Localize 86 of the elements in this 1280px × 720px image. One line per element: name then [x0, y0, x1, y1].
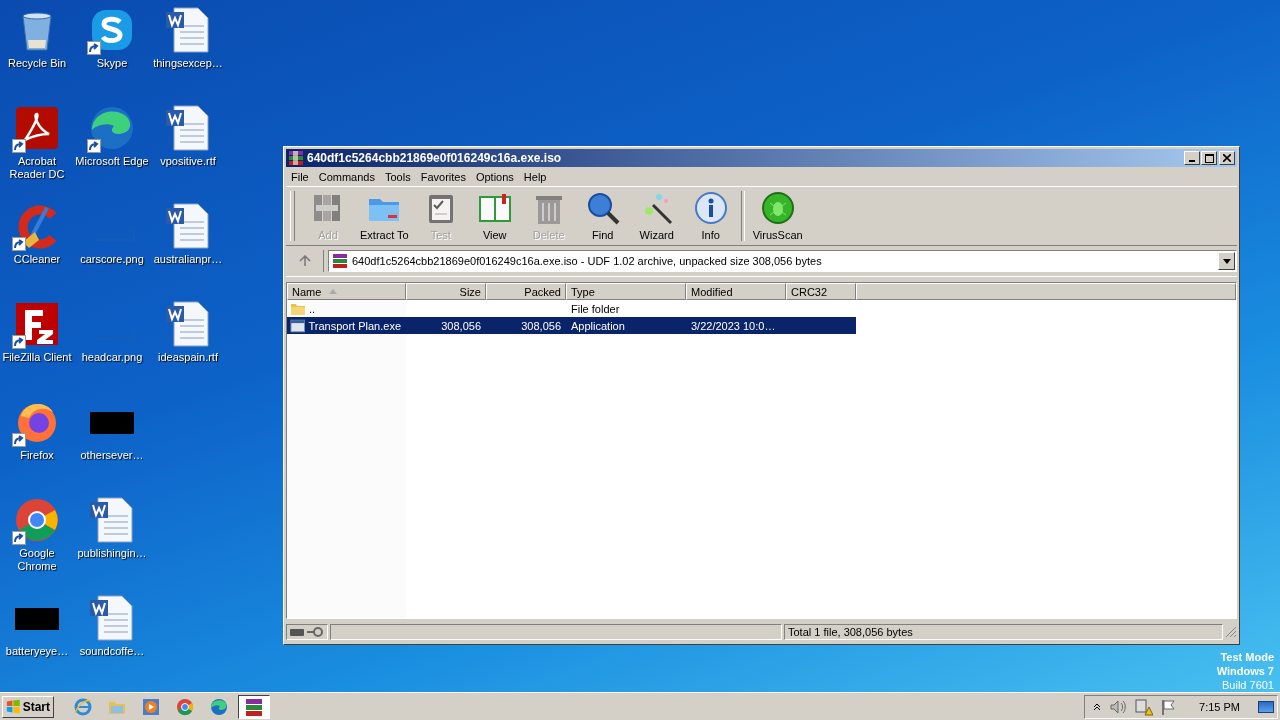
- column-header[interactable]: Name: [287, 283, 406, 300]
- document-icon[interactable]: [164, 104, 212, 152]
- document-app-icon[interactable]: [13, 104, 61, 152]
- toolbar-button[interactable]: Info: [683, 191, 738, 241]
- menu-item[interactable]: Help: [518, 170, 552, 183]
- up-arrow-icon: [298, 255, 311, 267]
- icon-label[interactable]: Recycle Bin: [7, 57, 67, 70]
- network-warning-icon[interactable]: [1135, 697, 1154, 716]
- taskbar-app-button[interactable]: [238, 694, 270, 719]
- icon-label[interactable]: carscore.png: [80, 253, 144, 266]
- icon-label[interactable]: Microsoft Edge: [75, 155, 149, 168]
- speaker-icon[interactable]: [1109, 698, 1128, 715]
- icon-label[interactable]: soundcoffe…: [79, 645, 145, 658]
- book-icon: [476, 191, 513, 225]
- icon-label[interactable]: othersever…: [80, 449, 144, 462]
- icon-label[interactable]: Firefox: [20, 449, 54, 462]
- document-icon[interactable]: [164, 202, 212, 250]
- file-row[interactable]: .. File folder: [287, 300, 856, 317]
- icon-label[interactable]: Skype: [96, 57, 128, 70]
- icon-label[interactable]: batteryeye…: [5, 645, 69, 658]
- icon-label[interactable]: thingsexcep…: [153, 57, 223, 70]
- column-header[interactable]: CRC32: [786, 283, 856, 300]
- info-icon: [692, 191, 729, 225]
- toolbar-button[interactable]: VirusScan: [747, 191, 808, 241]
- menu-item[interactable]: File: [286, 170, 314, 183]
- toolbar-button[interactable]: Extract To: [355, 191, 414, 241]
- column-header[interactable]: Type: [566, 283, 686, 300]
- icon-label[interactable]: Google Chrome: [7, 547, 67, 573]
- menu-item[interactable]: Options: [470, 170, 519, 183]
- os-notice-text: Windows 7: [1216, 664, 1274, 678]
- toolbar-button[interactable]: Wizard: [629, 191, 684, 241]
- file-row[interactable]: Transport Plan.exe 308,056 308,056 Application 3/22/2023 10:0…: [287, 317, 856, 334]
- maximize-button[interactable]: [1201, 151, 1217, 165]
- document-icon[interactable]: [88, 496, 136, 544]
- close-icon: [1223, 154, 1231, 162]
- start-button[interactable]: Start: [2, 695, 54, 718]
- folder-icon: [290, 301, 306, 316]
- bug-icon: [759, 191, 796, 225]
- address-field[interactable]: 640df1c5264cbb21869e0f016249c16a.exe.iso - UDF 1.02 archive, unpacked size 308,056 bytes: [328, 250, 1237, 272]
- browser-wave-icon: [209, 696, 229, 717]
- key-icon: [307, 627, 323, 637]
- show-desktop-button[interactable]: [1258, 700, 1274, 713]
- column-header[interactable]: Packed: [486, 283, 566, 300]
- document-icon[interactable]: [88, 594, 136, 642]
- window-title: 640df1c5264cbb21869e0f016249c16a.exe.iso: [307, 151, 563, 165]
- status-text: Total 1 file, 308,056 bytes: [784, 624, 1223, 640]
- program-icon: [290, 318, 306, 333]
- browser-ring-icon: [175, 696, 195, 717]
- browser-ring-icon[interactable]: [13, 496, 61, 544]
- icon-label[interactable]: CCleaner: [13, 253, 61, 266]
- menu-item[interactable]: Tools: [380, 170, 416, 183]
- chevron-up-icon[interactable]: [1093, 702, 1102, 711]
- maximize-icon: [1204, 153, 1214, 163]
- dropdown-arrow-icon[interactable]: [1222, 258, 1231, 264]
- toolbar-button[interactable]: Find: [575, 191, 630, 241]
- play-icon: [141, 696, 161, 717]
- minimize-button[interactable]: [1184, 151, 1200, 165]
- sort-arrow-icon: [329, 289, 338, 294]
- flag-icon[interactable]: [1161, 698, 1178, 715]
- browser-wave-icon[interactable]: [88, 104, 136, 152]
- icon-label[interactable]: australianpr…: [153, 253, 223, 266]
- os-notice-text: Test Mode: [1220, 650, 1274, 664]
- ftp-app-icon[interactable]: [13, 300, 61, 348]
- clock[interactable]: 7:15 PM: [1199, 700, 1240, 713]
- menu-item[interactable]: Favorites: [415, 170, 471, 183]
- toolbar-button[interactable]: View: [467, 191, 522, 241]
- os-notice-text: Build 7601: [1222, 678, 1274, 692]
- document-icon[interactable]: [164, 300, 212, 348]
- icon-label[interactable]: FileZilla Client: [2, 351, 72, 364]
- menu-item[interactable]: Commands: [313, 170, 380, 183]
- browser-icon: [73, 696, 93, 717]
- resize-grip-icon[interactable]: [1225, 626, 1237, 638]
- windows-logo-icon: [6, 698, 21, 715]
- document-icon[interactable]: [164, 6, 212, 54]
- column-header[interactable]: Size: [406, 283, 486, 300]
- icon-label[interactable]: vpositive.rtf: [160, 155, 216, 168]
- archive-app-icon: [244, 696, 264, 717]
- icon-label[interactable]: Acrobat Reader DC: [7, 155, 67, 181]
- icon-label[interactable]: ideaspain.rtf: [158, 351, 218, 364]
- archive-app-icon: [332, 253, 348, 269]
- close-button[interactable]: [1219, 151, 1235, 165]
- drive-icon: [290, 628, 304, 636]
- column-header[interactable]: Modified: [686, 283, 786, 300]
- archive-app-icon: [288, 150, 304, 166]
- icon-label[interactable]: publishingin…: [77, 547, 147, 560]
- icon-label[interactable]: headcar.png: [81, 351, 143, 364]
